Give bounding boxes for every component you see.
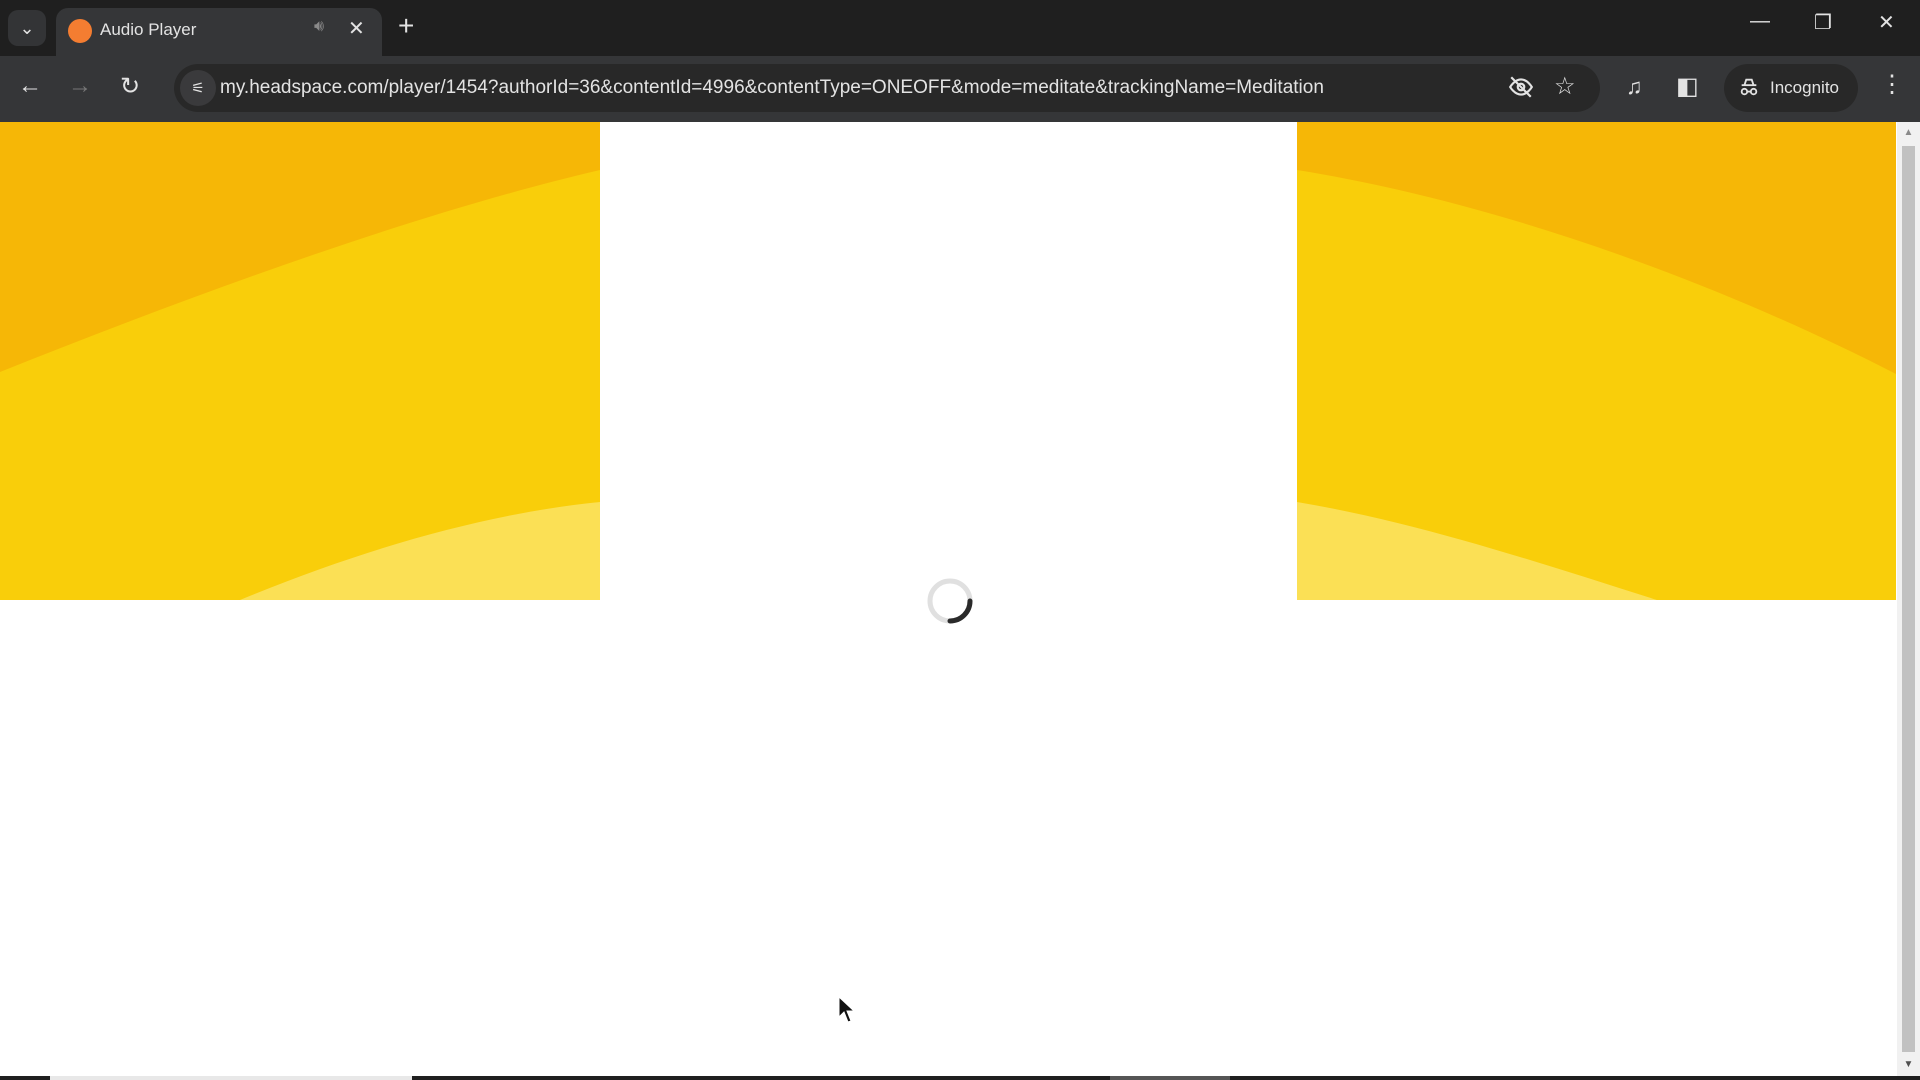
decorative-yellow-panel-right [1297, 122, 1896, 600]
spinner-arc [947, 598, 973, 624]
chevron-down-icon: ⌄ [19, 17, 35, 38]
close-window-button[interactable]: ✕ [1878, 10, 1895, 35]
page-viewport: ▲ ▼ [0, 122, 1920, 1076]
incognito-label: Incognito [1770, 78, 1839, 97]
headspace-favicon-icon [68, 19, 92, 43]
loading-spinner [925, 576, 975, 626]
incognito-icon [1738, 76, 1760, 104]
tab-title: Audio Player [100, 20, 197, 39]
scroll-up-arrow-icon[interactable]: ▲ [1897, 122, 1920, 144]
site-info-icon[interactable]: ⚟ [180, 70, 216, 106]
side-panel-icon[interactable]: ◧ [1676, 72, 1699, 101]
browser-menu-icon[interactable]: ⋮ [1880, 70, 1904, 99]
address-bar[interactable]: ⚟ my.headspace.com/player/1454?authorId=… [174, 64, 1600, 112]
taskbar-edge [0, 1076, 1920, 1080]
tab-audio-player[interactable]: Audio Player 🔊︎ ✕ [56, 8, 382, 56]
mouse-pointer-icon [838, 995, 856, 1029]
reload-button[interactable]: ↻ [120, 72, 140, 101]
minimize-button[interactable]: — [1750, 10, 1770, 33]
bookmark-star-icon[interactable]: ☆ [1554, 72, 1576, 101]
scroll-down-arrow-icon[interactable]: ▼ [1897, 1054, 1920, 1076]
url-text[interactable]: my.headspace.com/player/1454?authorId=36… [220, 77, 1324, 99]
decorative-yellow-panel-left [0, 122, 600, 600]
new-tab-button[interactable]: + [398, 10, 414, 42]
tab-search-button[interactable]: ⌄ [8, 10, 46, 46]
vertical-scrollbar[interactable]: ▲ ▼ [1897, 122, 1920, 1076]
eye-off-icon[interactable] [1508, 74, 1534, 106]
taskbar-segment [50, 1076, 412, 1080]
speaker-icon[interactable]: 🔊︎ [314, 18, 324, 36]
taskbar-segment [1110, 1076, 1230, 1080]
close-tab-icon[interactable]: ✕ [348, 16, 365, 41]
browser-toolbar: ← → ↻ ⚟ my.headspace.com/player/1454?aut… [0, 56, 1920, 122]
incognito-indicator[interactable]: Incognito [1724, 64, 1858, 112]
browser-title-bar: ⌄ Audio Player 🔊︎ ✕ + — ❐ ✕ [0, 0, 1920, 56]
back-button[interactable]: ← [18, 72, 42, 100]
scroll-thumb[interactable] [1902, 146, 1915, 1052]
forward-button[interactable]: → [68, 72, 92, 100]
restore-button[interactable]: ❐ [1814, 10, 1832, 35]
media-controls-icon[interactable]: ♫ [1626, 74, 1643, 100]
